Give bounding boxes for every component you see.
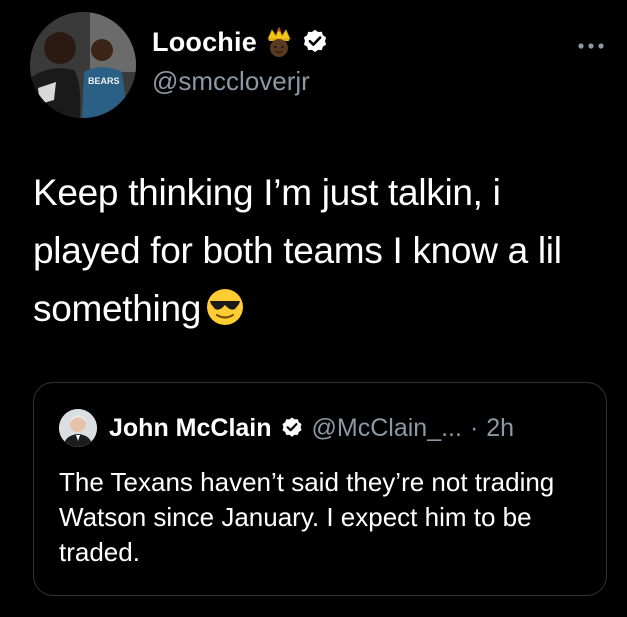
quoted-separator-dot: · xyxy=(469,413,479,442)
more-options-icon[interactable] xyxy=(576,38,606,49)
quoted-tweet-header: John McClain @McClain_... · 2h xyxy=(59,409,514,447)
author-display-name[interactable]: Loochie xyxy=(152,27,257,58)
quoted-author-avatar[interactable] xyxy=(59,409,97,447)
crown-face-emoji-icon xyxy=(263,26,295,58)
author-name-row: Loochie xyxy=(152,26,329,58)
author-avatar[interactable]: BEARS xyxy=(30,12,136,118)
quoted-timestamp[interactable]: 2h xyxy=(486,414,514,443)
quoted-tweet[interactable]: John McClain @McClain_... · 2h The Texan… xyxy=(33,382,607,596)
tweet-card: BEARS Loochie @smccloverjr Keep thinking… xyxy=(0,0,627,617)
tweet-body-text: Keep thinking I’m just talkin, i played … xyxy=(33,172,562,329)
tweet-body: Keep thinking I’m just talkin, i played … xyxy=(33,164,603,338)
quoted-author-handle[interactable]: @McClain_... xyxy=(312,414,462,443)
quoted-avatar-photo xyxy=(59,409,97,447)
quoted-author-display-name[interactable]: John McClain xyxy=(109,414,272,443)
sunglasses-emoji-icon xyxy=(205,286,245,326)
quoted-tweet-body: The Texans haven’t said they’re not trad… xyxy=(59,467,555,567)
quoted-verified-badge-icon xyxy=(280,416,304,440)
verified-badge-icon xyxy=(301,28,329,56)
avatar-photo: BEARS xyxy=(30,12,136,118)
svg-text:BEARS: BEARS xyxy=(88,76,120,86)
author-handle[interactable]: @smccloverjr xyxy=(152,66,310,97)
